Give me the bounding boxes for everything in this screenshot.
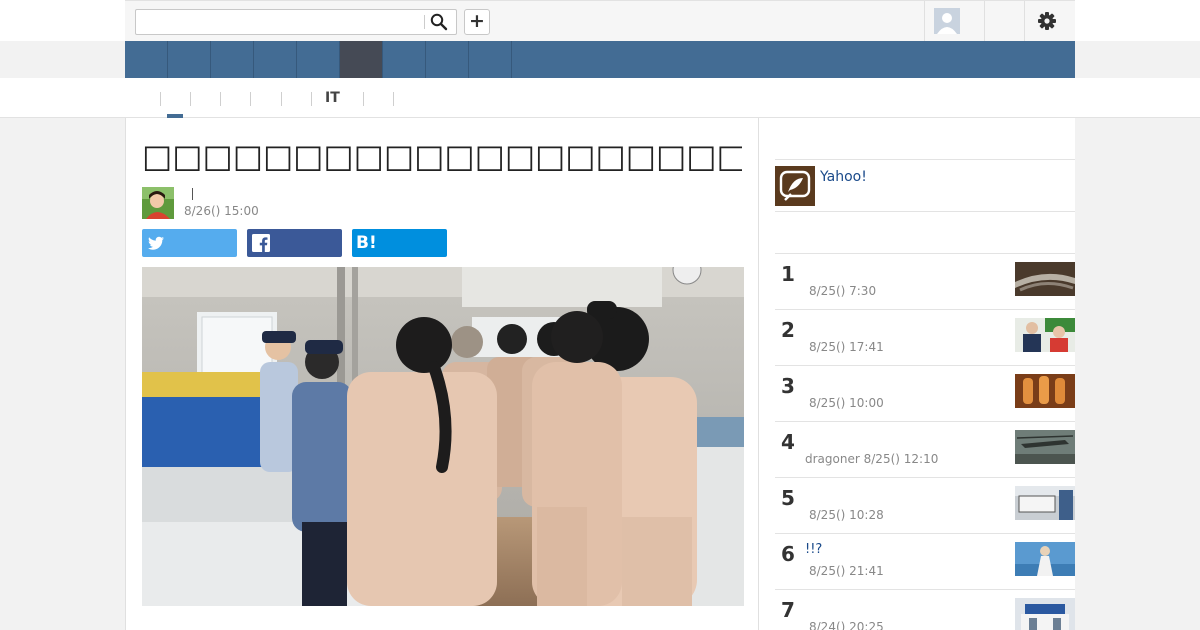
ranking-item[interactable]: 5 8/25() 10:28 bbox=[775, 477, 1075, 533]
gear-icon bbox=[1038, 12, 1056, 30]
author-avatar[interactable] bbox=[142, 187, 174, 219]
ranking-item[interactable]: 7 8/24() 20:25 bbox=[775, 589, 1075, 630]
ranking-item[interactable]: 6 !!? 8/25() 21:41 bbox=[775, 533, 1075, 589]
rank-thumbnail-image bbox=[1015, 318, 1075, 352]
rank-date: 8/25() 10:28 bbox=[809, 508, 884, 522]
user-avatar-button[interactable] bbox=[934, 8, 960, 34]
article-title: □□□□□□□□□□□□□□□□□□□□□□□□□□□□□□□ bbox=[142, 137, 742, 175]
nav-item-1[interactable] bbox=[125, 41, 168, 78]
sidebar: Yahoo! 1 8/25() 7:30 2 8/25() 17:41 3 8/… bbox=[759, 118, 1075, 630]
twitter-share-button[interactable] bbox=[142, 229, 237, 257]
subnav-item-3[interactable] bbox=[220, 92, 221, 106]
author-name-separator bbox=[192, 188, 193, 200]
add-button[interactable]: + bbox=[464, 9, 490, 35]
rank-thumbnail-image bbox=[1015, 430, 1075, 464]
post-date: 8/26() 15:00 bbox=[184, 204, 259, 218]
ranking-item[interactable]: 1 8/25() 7:30 bbox=[775, 253, 1075, 309]
ranking-item[interactable]: 4 dragoner 8/25() 12:10 bbox=[775, 421, 1075, 477]
nav-item-9[interactable] bbox=[469, 41, 512, 78]
author-photo bbox=[142, 187, 174, 219]
ranking-item[interactable]: 3 8/25() 10:00 bbox=[775, 365, 1075, 421]
article-photo bbox=[142, 255, 744, 606]
sidebar-divider bbox=[775, 211, 1075, 212]
hatena-bookmark-button[interactable]: B! bbox=[352, 229, 447, 257]
subnav-item-1[interactable] bbox=[160, 92, 161, 106]
rank-date: 8/25() 17:41 bbox=[809, 340, 884, 354]
nav-item-3[interactable] bbox=[211, 41, 254, 78]
rank-thumbnail-image bbox=[1015, 542, 1075, 576]
rank-thumbnail[interactable] bbox=[1015, 262, 1075, 296]
rank-thumbnail[interactable] bbox=[1015, 542, 1075, 576]
nav-item-6-active[interactable] bbox=[340, 41, 383, 78]
search-button[interactable] bbox=[430, 13, 450, 31]
rank-number: 7 bbox=[781, 598, 795, 622]
subnav-item-5[interactable] bbox=[281, 92, 282, 106]
nav-item-7[interactable] bbox=[383, 41, 426, 78]
category-subnav: IT bbox=[0, 78, 1200, 118]
rank-number: 3 bbox=[781, 374, 795, 398]
subnav-item-7[interactable] bbox=[363, 92, 364, 106]
user-icon bbox=[934, 8, 960, 34]
yahoo-link[interactable]: Yahoo! bbox=[820, 169, 867, 185]
feather-icon bbox=[775, 166, 815, 206]
rank-author: dragoner bbox=[805, 452, 860, 466]
nav-item-8[interactable] bbox=[426, 41, 469, 78]
rank-number: 1 bbox=[781, 262, 795, 286]
subnav-tick bbox=[311, 92, 312, 106]
nav-item-4[interactable] bbox=[254, 41, 297, 78]
top-bar: + bbox=[0, 0, 1200, 41]
rank-thumbnail[interactable] bbox=[1015, 486, 1075, 520]
main-nav bbox=[125, 41, 1075, 78]
rank-number: 6 bbox=[781, 542, 795, 566]
rank-thumbnail[interactable] bbox=[1015, 598, 1075, 630]
toolbar-separator bbox=[984, 1, 985, 41]
rank-number: 5 bbox=[781, 486, 795, 510]
article-photo-image bbox=[142, 255, 744, 606]
toolbar-separator bbox=[924, 1, 925, 41]
top-bar-inner: + bbox=[125, 0, 1075, 41]
rank-date: 8/25() 21:41 bbox=[809, 564, 884, 578]
search-divider bbox=[424, 15, 425, 29]
rank-thumbnail-image bbox=[1015, 374, 1075, 408]
rank-author-date: dragoner 8/25() 12:10 bbox=[805, 452, 938, 466]
nav-item-5[interactable] bbox=[297, 41, 340, 78]
feather-logo[interactable] bbox=[775, 166, 815, 206]
subnav-item-2[interactable] bbox=[190, 92, 191, 106]
search-box bbox=[135, 9, 457, 35]
rank-date: 8/25() 7:30 bbox=[809, 284, 877, 298]
rank-number: 2 bbox=[781, 318, 795, 342]
toolbar-separator bbox=[1024, 1, 1025, 41]
rank-thumbnail[interactable] bbox=[1015, 318, 1075, 352]
rank-thumbnail-image bbox=[1015, 486, 1075, 520]
article-column: □□□□□□□□□□□□□□□□□□□□□□□□□□□□□□□ 8/26() 1… bbox=[125, 118, 759, 630]
sidebar-divider bbox=[775, 159, 1075, 160]
subnav-item-it[interactable]: IT bbox=[325, 90, 340, 106]
hatena-icon: B! bbox=[356, 233, 377, 253]
search-icon bbox=[430, 13, 448, 31]
ranking-item[interactable]: 2 8/25() 17:41 bbox=[775, 309, 1075, 365]
facebook-share-button[interactable] bbox=[247, 229, 342, 257]
settings-button[interactable] bbox=[1035, 9, 1059, 33]
rank-thumbnail[interactable] bbox=[1015, 430, 1075, 464]
rank-date: 8/24() 20:25 bbox=[809, 620, 884, 630]
nav-item-2[interactable] bbox=[168, 41, 211, 78]
subnav-item-4[interactable] bbox=[250, 92, 251, 106]
rank-thumbnail[interactable] bbox=[1015, 374, 1075, 408]
facebook-icon bbox=[252, 234, 270, 252]
subnav-item-8[interactable] bbox=[393, 92, 394, 106]
twitter-icon bbox=[148, 236, 164, 250]
search-input[interactable] bbox=[136, 10, 424, 34]
rank-date: 8/25() 10:00 bbox=[809, 396, 884, 410]
rank-thumbnail-image bbox=[1015, 262, 1075, 296]
rank-title[interactable]: !!? bbox=[805, 542, 822, 557]
rank-number: 4 bbox=[781, 430, 795, 454]
rank-thumbnail-image bbox=[1015, 598, 1075, 630]
rank-date: 8/25() 12:10 bbox=[863, 452, 939, 466]
